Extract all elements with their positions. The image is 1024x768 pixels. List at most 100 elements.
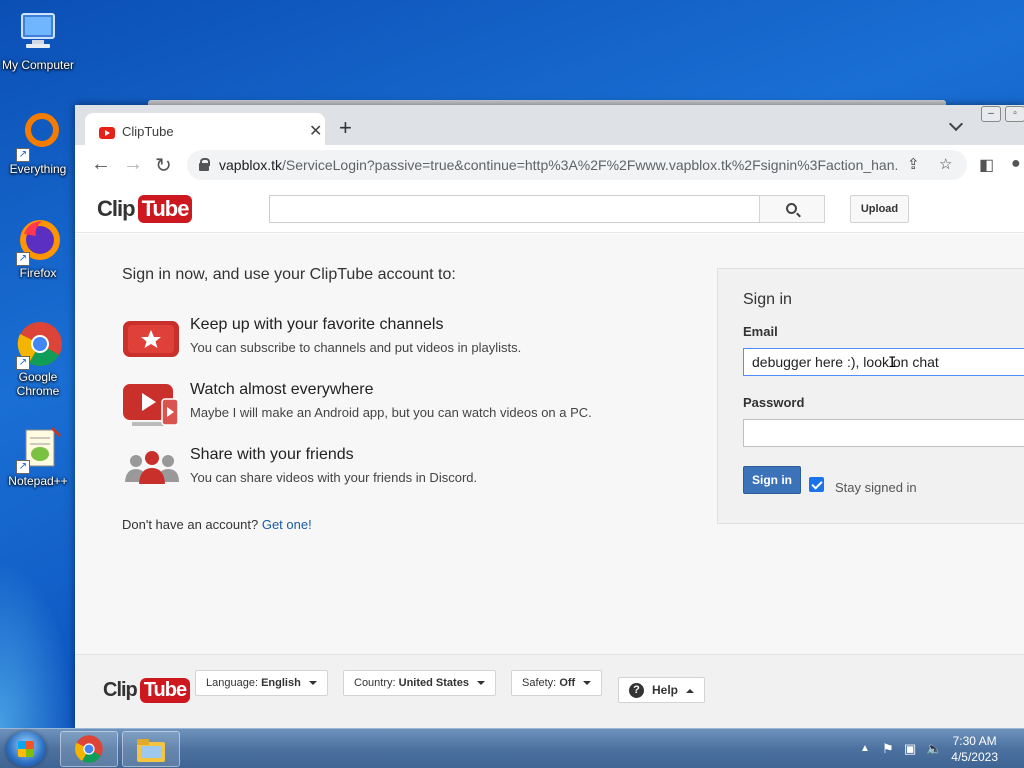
stay-signed-in-label: Stay signed in (835, 480, 917, 495)
chevron-up-icon (686, 688, 695, 693)
signin-panel: Sign in Email Password Sign in Stay sign… (717, 268, 1024, 524)
show-hidden-icons-icon[interactable]: ▲ (860, 743, 870, 754)
notepadpp-icon: ↗ (14, 424, 62, 474)
desktop-icon-firefox[interactable]: ↗ Firefox (0, 216, 76, 280)
cliptube-logo[interactable]: Clip Tube (97, 195, 193, 223)
url-host: vapblox.tk (219, 157, 283, 173)
feature-title: Share with your friends (190, 446, 354, 463)
tv-star-icon (122, 316, 182, 362)
language-label: Language: (206, 677, 258, 689)
search-input[interactable] (269, 195, 761, 223)
help-button[interactable]: ? Help (618, 677, 706, 703)
feature-title: Keep up with your favorite channels (190, 316, 444, 333)
taskbar-chrome[interactable] (60, 731, 118, 767)
url-text[interactable]: vapblox.tk/ServiceLogin?passive=true&con… (219, 157, 899, 173)
signin-button[interactable]: Sign in (743, 466, 801, 494)
stay-signed-in-checkbox[interactable] (809, 477, 824, 492)
country-dropdown[interactable]: Country: United States (343, 670, 496, 696)
reload-icon[interactable]: ↻ (155, 153, 172, 178)
url-path: /ServiceLogin?passive=true&continue=http… (282, 157, 899, 173)
people-share-icon (122, 446, 182, 492)
password-label: Password (743, 395, 805, 410)
web-page: Clip Tube Upload Sign in now, and use you… (75, 185, 1024, 728)
no-account-line: Don't have an account? Get one! (122, 517, 312, 532)
feature-share: Share with your friends You can share vi… (122, 446, 682, 502)
safety-label: Safety: (522, 677, 557, 689)
site-footer: Clip Tube Language: English Country: Unit… (75, 654, 1024, 728)
address-bar[interactable]: vapblox.tk/ServiceLogin?passive=true&con… (187, 150, 967, 180)
footer-cliptube-logo[interactable]: Clip Tube (103, 678, 191, 703)
start-button[interactable] (6, 731, 46, 767)
shortcut-arrow-icon: ↗ (16, 252, 30, 266)
desktop-icon-label: Google Chrome (16, 370, 60, 398)
action-center-flag-icon[interactable]: ⚑ (882, 741, 894, 757)
cliptube-favicon-icon (99, 127, 115, 139)
desktop-icon-label: My Computer (1, 58, 75, 72)
taskbar-explorer[interactable] (122, 731, 180, 767)
volume-muted-icon[interactable]: 🔈 (926, 741, 942, 757)
clock[interactable]: 7:30 AM 4/5/2023 (951, 733, 998, 765)
site-header: Clip Tube Upload (75, 185, 1024, 233)
chevron-down-icon (308, 681, 317, 686)
desktop-icon-chrome[interactable]: ↗ Google Chrome (0, 320, 76, 398)
desktop-icon-label: Firefox (19, 266, 57, 280)
back-arrow-icon[interactable]: ← (91, 153, 111, 176)
network-icon[interactable]: ▣ (904, 741, 916, 757)
desktop-icon-my-computer[interactable]: My Computer (0, 8, 76, 72)
profile-icon[interactable]: ● (1011, 155, 1021, 173)
password-field[interactable] (743, 419, 1024, 447)
tab-title: ClipTube (122, 124, 174, 139)
wallpaper-swoosh (0, 560, 75, 730)
desktop-icon-label: Everything (9, 162, 67, 176)
text-cursor-icon: I (888, 355, 897, 371)
no-account-text: Don't have an account? (122, 517, 259, 532)
tab-search-chevron-icon[interactable] (948, 116, 964, 132)
search-button[interactable] (759, 195, 825, 223)
minimize-button[interactable]: – (981, 106, 1001, 122)
bookmark-star-icon[interactable]: ☆ (939, 155, 952, 173)
feature-watch: Watch almost everywhere Maybe I will mak… (122, 381, 682, 437)
shortcut-arrow-icon: ↗ (16, 148, 30, 162)
computer-icon (14, 8, 62, 56)
system-tray: ▲ ⚑ ▣ 🔈 7:30 AM 4/5/2023 (834, 729, 1024, 768)
email-label: Email (743, 324, 778, 339)
chrome-icon (75, 735, 103, 763)
shortcut-arrow-icon: ↗ (16, 356, 30, 370)
signin-title: Sign in (743, 291, 792, 308)
language-dropdown[interactable]: Language: English (195, 670, 328, 696)
logo-tube-text: Tube (137, 195, 193, 223)
chrome-icon: ↗ (14, 320, 62, 370)
clock-date: 4/5/2023 (951, 750, 998, 764)
safety-value: Off (559, 677, 576, 689)
new-tab-button[interactable]: + (339, 115, 352, 141)
signin-content: Sign in now, and use your ClipTube accou… (75, 234, 1024, 654)
country-value: United States (398, 677, 469, 689)
lock-icon (199, 158, 210, 171)
get-one-link[interactable]: Get one! (262, 517, 312, 532)
feature-title: Watch almost everywhere (190, 381, 374, 398)
feature-desc: You can subscribe to channels and put vi… (190, 340, 522, 355)
chevron-down-icon (583, 681, 592, 686)
forward-arrow-icon[interactable]: → (123, 153, 143, 176)
email-field[interactable] (743, 348, 1024, 376)
devices-play-icon (122, 381, 182, 427)
chevron-down-icon (476, 681, 485, 686)
desktop-icon-everything[interactable]: ↗ Everything (0, 112, 76, 176)
shortcut-arrow-icon: ↗ (16, 460, 30, 474)
safety-dropdown[interactable]: Safety: Off (511, 670, 603, 696)
maximize-button[interactable]: ▫ (1005, 106, 1024, 122)
browser-toolbar: ← → ↻ vapblox.tk/ServiceLogin?passive=tr… (75, 145, 1024, 185)
upload-button[interactable]: Upload (850, 195, 909, 223)
help-label: Help (652, 683, 679, 697)
share-icon[interactable]: ⇪ (907, 155, 920, 173)
country-label: Country: (354, 677, 396, 689)
logo-clip-text: Clip (103, 679, 138, 701)
tab-close-icon[interactable]: ✕ (309, 121, 322, 141)
feature-desc: You can share videos with your friends i… (190, 470, 478, 485)
logo-clip-text: Clip (97, 196, 136, 221)
folder-icon (137, 739, 165, 762)
desktop-icon-notepadpp[interactable]: ↗ Notepad++ (0, 424, 76, 488)
logo-tube-text: Tube (139, 678, 191, 703)
desktop-icon-label: Notepad++ (8, 474, 68, 488)
side-panel-icon[interactable]: ◧ (979, 155, 994, 175)
